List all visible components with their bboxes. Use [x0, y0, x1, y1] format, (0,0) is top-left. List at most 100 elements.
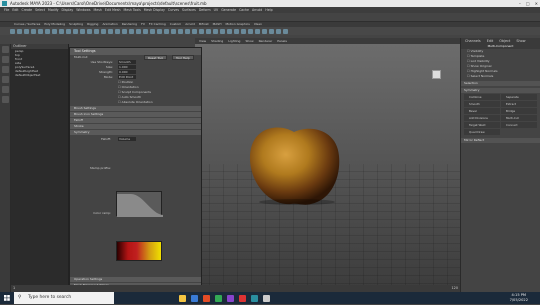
shelf-tool-icon[interactable] — [108, 28, 113, 34]
tool-section-header[interactable]: Brush Settings — [70, 106, 201, 111]
tool-setting-label: Mode: — [103, 75, 113, 79]
attr-button[interactable]: Multi-Cut — [501, 115, 537, 121]
taskbar-app-icon[interactable] — [227, 294, 234, 302]
shelf-tool-icon[interactable] — [101, 28, 106, 34]
shelf-tool-icon[interactable] — [136, 28, 141, 34]
color-ramp[interactable] — [116, 241, 162, 261]
tool-section-header[interactable]: Brush Icon Settings — [70, 112, 201, 117]
shelf-tool-icon[interactable] — [52, 28, 57, 34]
select-tool-icon[interactable] — [1, 46, 9, 53]
view-cube-icon[interactable] — [432, 70, 441, 79]
shelf-tool-icon[interactable] — [157, 28, 162, 34]
taskbar-app-icon[interactable] — [239, 294, 246, 302]
maximize-icon[interactable]: □ — [526, 0, 530, 7]
close-icon[interactable]: ✕ — [535, 0, 538, 7]
attr-button[interactable]: Smooth — [464, 101, 500, 107]
lasso-tool-icon[interactable] — [1, 56, 9, 63]
attr-bottom-label: Mirror Reflect — [461, 138, 540, 143]
taskbar-app-icon[interactable] — [179, 294, 186, 302]
shelf-tool-icon[interactable] — [171, 28, 176, 34]
shelf-tool-icon[interactable] — [283, 28, 288, 34]
shelf-tool-icon[interactable] — [45, 28, 50, 34]
shelf-tool-icon[interactable] — [234, 28, 239, 34]
shelf-tool-icon[interactable] — [227, 28, 232, 34]
taskbar-search[interactable]: ⚲ Type here to search — [14, 292, 114, 304]
taskbar-clock[interactable]: 4:15 PM 7/05/2022 — [510, 293, 528, 303]
shelf-tool-icon[interactable] — [276, 28, 281, 34]
shelf-tool-icon[interactable] — [115, 28, 120, 34]
shelf-tool-icon[interactable] — [269, 28, 274, 34]
shelf-tool-icon[interactable] — [59, 28, 64, 34]
shelf-tool-icon[interactable] — [122, 28, 127, 34]
shelf-tool-icon[interactable] — [80, 28, 85, 34]
shelf-tool-icon[interactable] — [143, 28, 148, 34]
paint-tool-icon[interactable] — [1, 66, 9, 73]
shelf-tool-icon[interactable] — [24, 28, 29, 34]
attr-button[interactable]: Separate — [501, 94, 537, 100]
tool-section-header[interactable]: Stroke — [70, 124, 201, 129]
shelf-bar — [0, 27, 540, 35]
move-tool-icon[interactable] — [1, 76, 9, 83]
checkbox-label: Absolute Orientation — [121, 100, 153, 104]
windows-start-icon[interactable] — [0, 292, 14, 304]
outliner-item[interactable]: defaultObjectSet — [11, 73, 68, 77]
shelf-tool-icon[interactable] — [66, 28, 71, 34]
checkbox-row[interactable]: ☐ Absolute Orientation — [118, 100, 201, 105]
rotate-tool-icon[interactable] — [1, 86, 9, 93]
attr-button[interactable]: Add Divisions — [464, 115, 500, 121]
shelf-tool-icon[interactable] — [178, 28, 183, 34]
tool-section-header[interactable]: Operation Settings — [70, 277, 201, 282]
shelf-tool-icon[interactable] — [213, 28, 218, 34]
shelf-tool-icon[interactable] — [94, 28, 99, 34]
shelf-tool-icon[interactable] — [255, 28, 260, 34]
shelf-tool-icon[interactable] — [241, 28, 246, 34]
time-slider[interactable]: 1 120 — [11, 285, 460, 292]
tool-section-header[interactable]: Falloff — [70, 118, 201, 123]
shelf-tool-icon[interactable] — [129, 28, 134, 34]
stamp-profile-row: Stamp profile: — [70, 166, 201, 171]
scale-tool-icon[interactable] — [1, 96, 9, 103]
taskbar-app-icon[interactable] — [251, 294, 258, 302]
apple-model[interactable] — [247, 122, 342, 207]
shelf-tool-icon[interactable] — [192, 28, 197, 34]
shelf-tool-icon[interactable] — [262, 28, 267, 34]
attr-row[interactable]: ☐ Select Normals — [461, 74, 540, 79]
attr-button[interactable]: Target Weld — [464, 122, 500, 128]
attr-section-header[interactable]: Selection — [461, 81, 540, 86]
shelf-tool-icon[interactable] — [17, 28, 22, 34]
attr-button[interactable]: Bridge — [501, 108, 537, 114]
attr-button[interactable]: Extract — [501, 101, 537, 107]
shelf-tool-icon[interactable] — [73, 28, 78, 34]
attr-tab-show[interactable]: Show — [516, 38, 525, 44]
taskbar-app-icon[interactable] — [203, 294, 210, 302]
taskbar-app-icon[interactable] — [215, 294, 222, 302]
attr-row-label: Template — [470, 54, 485, 58]
taskbar-app-icon[interactable] — [263, 294, 270, 302]
shelf-tool-icon[interactable] — [164, 28, 169, 34]
shelf-tool-icon[interactable] — [150, 28, 155, 34]
shelf-tool-icon[interactable] — [248, 28, 253, 34]
minimize-icon[interactable]: – — [519, 0, 521, 7]
shelf-tool-icon[interactable] — [199, 28, 204, 34]
shelf-tool-icon[interactable] — [185, 28, 190, 34]
window-title: Autodesk MAYA 2023 - C:\Users\Carol\OneD… — [10, 1, 207, 6]
attr-button[interactable]: Quad Draw — [464, 129, 500, 135]
attr-button[interactable]: Combine — [464, 94, 500, 100]
taskbar-app-icon[interactable] — [191, 294, 198, 302]
attr-tab-channels[interactable]: Channels — [465, 38, 481, 44]
attr-button[interactable]: Connect — [501, 122, 537, 128]
viewport[interactable] — [195, 44, 460, 292]
shelf-tool-icon[interactable] — [206, 28, 211, 34]
shelf-tool-icon[interactable] — [31, 28, 36, 34]
falloff-label: Falloff: — [101, 137, 111, 141]
windows-logo — [4, 295, 10, 301]
shelf-tool-icon[interactable] — [220, 28, 225, 34]
attr-button[interactable]: Bevel — [464, 108, 500, 114]
shelf-tool-icon[interactable] — [38, 28, 43, 34]
shelf-tool-icon[interactable] — [10, 28, 15, 34]
outliner-panel: Outliner persp top front side polySurface1 de… — [11, 44, 69, 292]
tool-section-header[interactable]: Symmetry — [70, 130, 201, 135]
shelf-tool-icon[interactable] — [87, 28, 92, 34]
falloff-dropdown[interactable]: Volume — [118, 137, 136, 142]
stamp-profile-ramp[interactable] — [116, 191, 163, 217]
